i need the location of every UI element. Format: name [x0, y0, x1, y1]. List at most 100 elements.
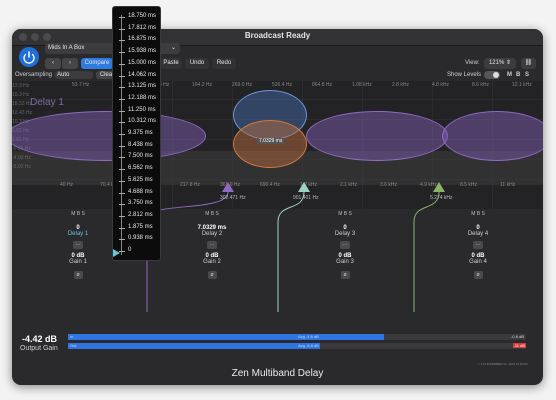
phase-button[interactable]: ø [73, 271, 83, 279]
both-button[interactable]: B [516, 72, 520, 78]
menu-item[interactable]: 2.812 ms [128, 212, 153, 218]
menu-item[interactable]: 8.438 ms [128, 142, 153, 148]
paste-button[interactable]: Paste [160, 58, 182, 69]
menu-item[interactable]: 16.875 ms [128, 36, 156, 42]
menu-scale-tick [119, 110, 125, 112]
plugin-window: Broadcast Ready Mids In A Box ⌄ ‹ › Compa… [12, 29, 543, 385]
menu-scale-tick [119, 239, 125, 241]
undo-button[interactable]: Undo [185, 58, 209, 69]
menu-scale-tick [119, 75, 125, 77]
menu-scale-tick [119, 204, 125, 206]
band-gain-label: Gain 4 [469, 259, 487, 265]
prev-preset-button[interactable]: ‹ [45, 58, 61, 69]
menu-item[interactable]: 0.938 ms [128, 235, 153, 241]
mid-button[interactable]: M [507, 72, 512, 78]
link-icon: ⛓ [524, 60, 533, 66]
band-options-button[interactable]: … [340, 241, 350, 249]
compare-button[interactable]: Compare [81, 58, 113, 69]
power-icon [23, 51, 35, 64]
band-strip-4: M B S 0 Delay 4… 0 dB Gain 4ø [428, 211, 528, 279]
oversampling-value: Auto [57, 72, 70, 78]
side-button[interactable]: S [525, 72, 529, 78]
band-options-button[interactable]: … [207, 241, 217, 249]
menu-scale-tick [119, 215, 125, 217]
oversampling-label: Oversampling [15, 72, 53, 78]
crossover-1-label: 302.471 Hz [220, 195, 246, 201]
phase-icon: ø [210, 272, 214, 278]
menu-item[interactable]: 10.312 ms [128, 118, 156, 124]
crossover-2-label: 901.401 Hz [293, 195, 319, 201]
top-frequency-label: 8.6 kHz [472, 82, 489, 88]
y-tick-label: 12.3 Hz [12, 83, 30, 89]
selected-value-marker [113, 249, 120, 257]
phase-button[interactable]: ø [207, 271, 217, 279]
output-avg: Avg -8.8 dB [298, 343, 319, 348]
view-zoom-select[interactable]: 121% ⇕ [484, 58, 516, 69]
delay-value-menu[interactable]: 18.750 ms 17.812 ms 16.875 ms 15.938 ms 15.0… [112, 6, 161, 261]
band-strip-3: M B S 0 Delay 3… 0 dB Gain 3ø [295, 211, 395, 279]
power-button[interactable] [19, 47, 39, 67]
menu-item[interactable]: 3.750 ms [128, 200, 153, 206]
y-tick-label: 12.43 Hz [12, 110, 33, 116]
menu-scale-tick [119, 17, 125, 18]
band-3-shape[interactable] [306, 111, 448, 161]
band-1-shape[interactable] [12, 111, 206, 161]
menu-item[interactable]: 1.875 ms [128, 224, 153, 230]
menu-item[interactable]: 9.375 ms [128, 130, 153, 136]
menu-item[interactable]: 15.000 ms [128, 60, 156, 66]
menu-item[interactable]: 4.688 ms [128, 189, 153, 195]
chevron-right-icon: › [69, 60, 71, 66]
band-msb-buttons[interactable]: M B S [162, 211, 262, 217]
center-readout: 7.0329 ms [257, 138, 285, 144]
crossover-2-handle [298, 182, 310, 192]
oversampling-select[interactable]: Auto [55, 71, 93, 79]
next-preset-button[interactable]: › [62, 58, 78, 69]
y-tick-label: 10.3 Hz [12, 92, 30, 98]
band-delay-label: Delay 4 [467, 231, 489, 237]
top-frequency-label: 1.08 kHz [352, 82, 372, 88]
band-options-button[interactable]: … [473, 241, 483, 249]
menu-scale-tick [119, 63, 125, 65]
menu-item[interactable]: 18.750 ms [128, 13, 156, 19]
menu-item[interactable]: 5.625 ms [128, 177, 153, 183]
phase-button[interactable]: ø [340, 271, 350, 279]
menu-item[interactable]: 12.188 ms [128, 95, 156, 101]
menu-item[interactable]: 11.250 ms [128, 107, 156, 113]
menu-scale-tick [119, 98, 125, 100]
band-4-shape[interactable] [442, 111, 543, 161]
menu-item[interactable]: 17.812 ms [128, 25, 156, 31]
menu-item[interactable]: 15.938 ms [128, 48, 156, 54]
top-frequency-label: 864.8 Hz [312, 82, 333, 88]
menu-item[interactable]: 0 [128, 247, 131, 253]
band-msb-buttons[interactable]: M B S [295, 211, 395, 217]
band-msb-buttons[interactable]: M B S [428, 211, 528, 217]
y-tick-label: -5.00 Hz [12, 164, 31, 170]
menu-scale-tick [119, 28, 125, 30]
view-zoom-value: 121% [488, 60, 505, 66]
top-frequency-label: 4.8 kHz [432, 82, 449, 88]
menu-item[interactable]: 7.500 ms [128, 153, 153, 159]
ellipsis-icon: … [475, 241, 481, 247]
phase-button[interactable]: ø [473, 271, 483, 279]
menu-item[interactable]: 6.562 ms [128, 165, 153, 171]
menu-item[interactable]: 13.125 ms [128, 83, 156, 89]
band-options-button[interactable]: … [73, 241, 83, 249]
link-button[interactable]: ⛓ [521, 58, 536, 69]
chevron-left-icon: ‹ [52, 60, 54, 66]
ellipsis-icon: … [75, 241, 81, 247]
menu-scale-tick [119, 169, 125, 171]
menu-scale-tick [119, 192, 125, 194]
phase-icon: ø [343, 272, 347, 278]
output-gain-value[interactable]: -4.42 dB [22, 334, 57, 344]
crossover-3-label: 5.274 kHz [430, 195, 453, 201]
band-2-shape[interactable] [233, 120, 307, 168]
top-frequency-label: 12.1 kHz [512, 82, 532, 88]
band-delay-label: Delay 3 [334, 231, 356, 237]
top-frequency-label: 269.0 Hz [232, 82, 253, 88]
menu-scale-tick [119, 87, 125, 89]
menu-item[interactable]: 14.062 ms [128, 72, 156, 78]
show-levels-toggle[interactable] [484, 71, 500, 79]
redo-button[interactable]: Redo [212, 58, 236, 69]
band-gain-label: Gain 2 [203, 259, 221, 265]
show-levels-label: Show Levels [447, 72, 482, 78]
